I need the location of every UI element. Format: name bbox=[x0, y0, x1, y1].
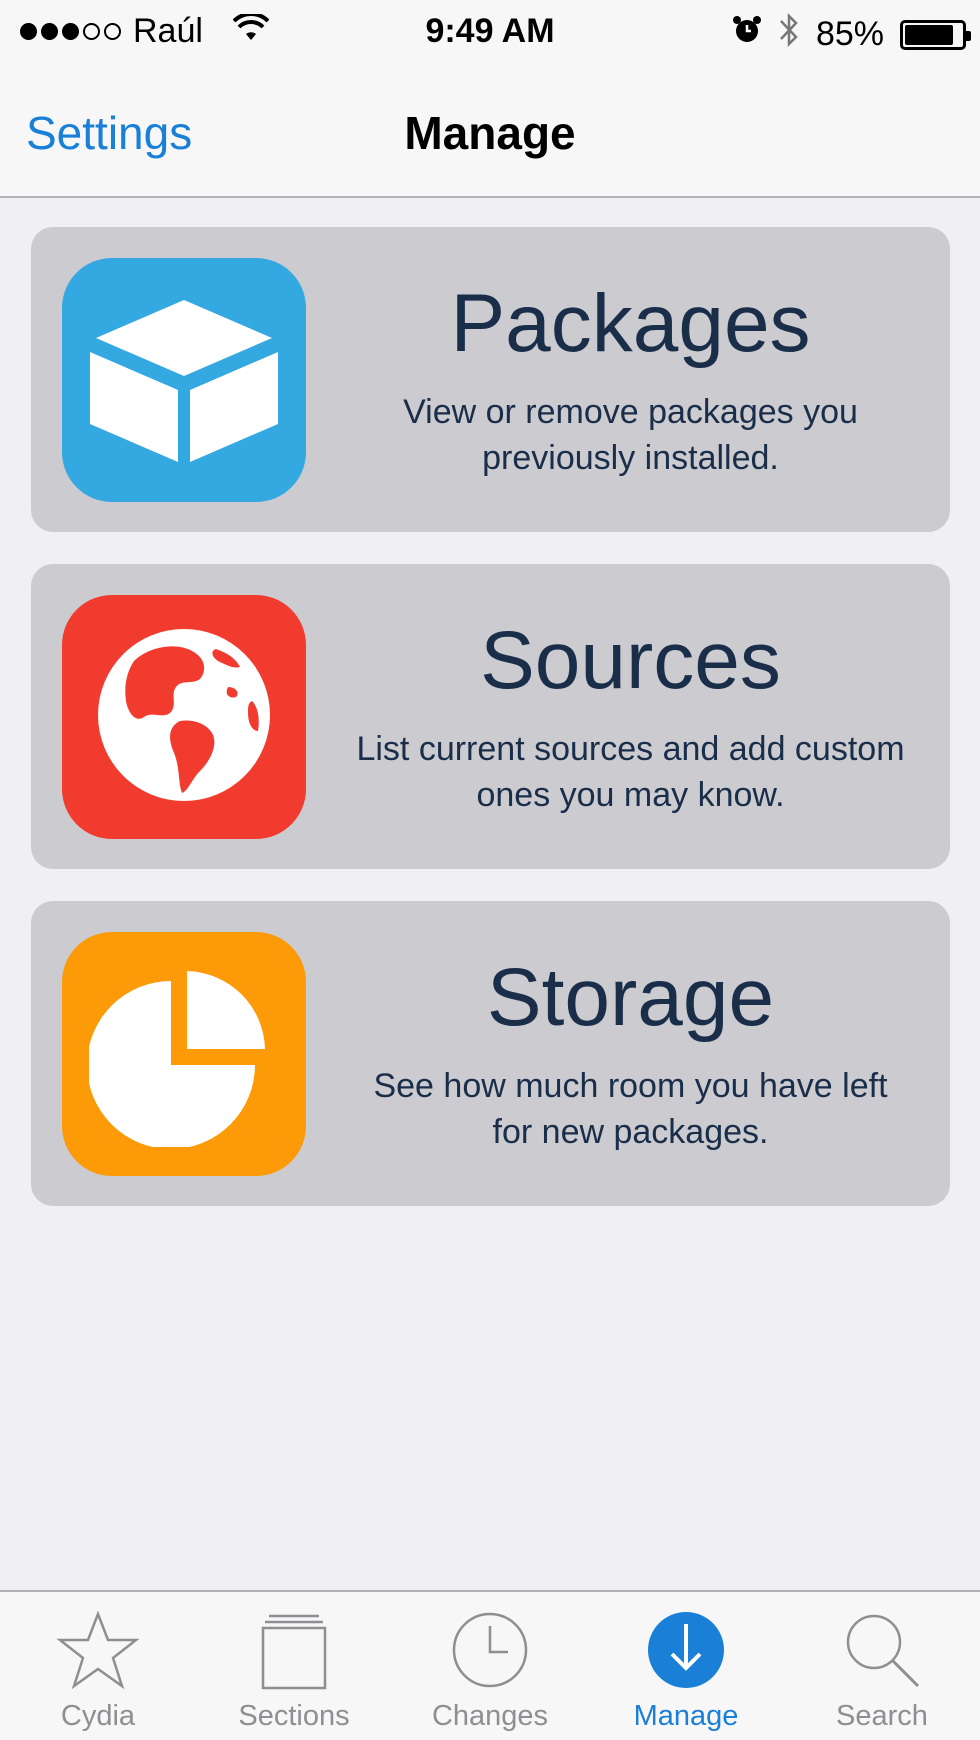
globe-icon bbox=[96, 627, 272, 808]
card-title: Packages bbox=[450, 278, 811, 369]
tab-sections[interactable]: Sections bbox=[196, 1592, 392, 1740]
battery-icon bbox=[900, 19, 971, 50]
card-description: List current sources and add custom ones… bbox=[356, 730, 905, 815]
tab-changes[interactable]: Changes bbox=[392, 1592, 588, 1740]
tab-label: Manage bbox=[633, 1700, 739, 1732]
card-description: View or remove packages you previously i… bbox=[403, 393, 858, 478]
status-right: 85% bbox=[732, 12, 971, 57]
storage-tile bbox=[62, 932, 306, 1176]
sections-icon bbox=[252, 1608, 336, 1692]
card-title: Storage bbox=[486, 952, 775, 1043]
status-bar: Raúl 9:49 AM 85% bbox=[0, 0, 980, 64]
tab-label: Search bbox=[836, 1700, 928, 1732]
card-description: See how much room you have left for new … bbox=[373, 1067, 888, 1152]
card-title: Sources bbox=[480, 615, 781, 706]
tab-manage[interactable]: Manage bbox=[588, 1592, 784, 1740]
alarm-icon bbox=[732, 15, 762, 54]
search-icon bbox=[840, 1608, 924, 1692]
battery-percent: 85% bbox=[815, 15, 884, 53]
packages-card[interactable]: Packages View or remove packages you pre… bbox=[31, 227, 950, 532]
clock-icon bbox=[448, 1608, 532, 1692]
storage-card[interactable]: Storage See how much room you have left … bbox=[31, 901, 950, 1206]
pie-chart-icon bbox=[87, 957, 279, 1152]
tab-label: Cydia bbox=[60, 1700, 136, 1732]
package-box-icon bbox=[84, 278, 284, 483]
tab-cydia[interactable]: Cydia bbox=[0, 1592, 196, 1740]
download-icon bbox=[644, 1608, 728, 1692]
packages-tile bbox=[62, 258, 306, 502]
navigation-bar: Settings Manage bbox=[0, 64, 980, 198]
tab-label: Changes bbox=[431, 1700, 549, 1732]
bluetooth-icon bbox=[778, 12, 800, 57]
page-title: Manage bbox=[404, 107, 576, 159]
star-icon bbox=[56, 1608, 140, 1692]
tab-search[interactable]: Search bbox=[784, 1592, 980, 1740]
sources-tile bbox=[62, 595, 306, 839]
sources-card[interactable]: Sources List current sources and add cus… bbox=[31, 564, 950, 869]
tab-bar: Cydia Sections Changes Manage Search bbox=[0, 1590, 980, 1740]
tab-label: Sections bbox=[238, 1700, 350, 1732]
